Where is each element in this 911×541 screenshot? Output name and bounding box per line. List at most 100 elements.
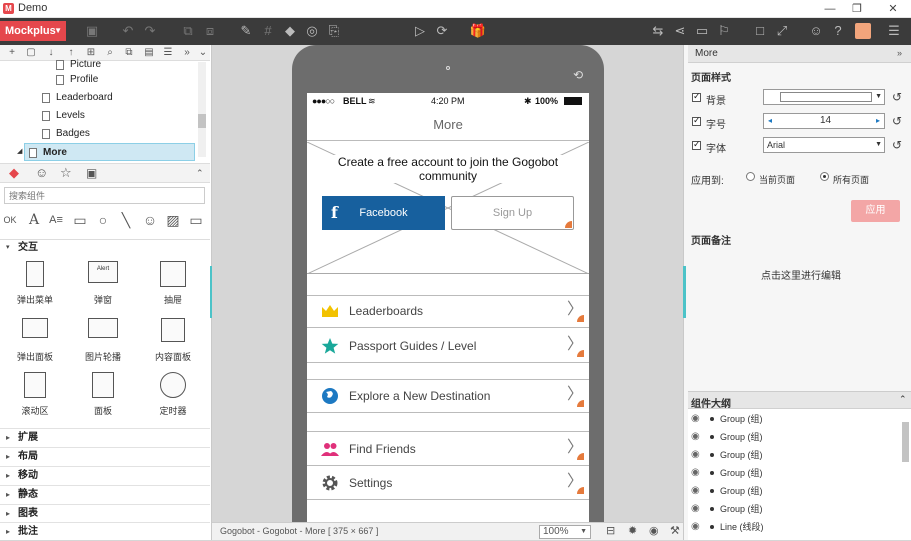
- component-panel[interactable]: 面板: [73, 372, 133, 422]
- component-library-icon[interactable]: ◆: [9, 166, 23, 180]
- rotate-icon[interactable]: ⟲: [573, 68, 583, 82]
- list-item-leaderboards[interactable]: Leaderboards 〉: [307, 294, 589, 328]
- outline-item[interactable]: ◉ Group (组): [688, 464, 898, 482]
- sign-up-button[interactable]: Sign Up: [451, 196, 574, 230]
- component-carousel[interactable]: 图片轮播: [73, 318, 133, 368]
- line-shape-icon[interactable]: ╲: [117, 211, 135, 229]
- collapse-icon[interactable]: ⌃: [899, 394, 907, 405]
- frame-icon[interactable]: □: [750, 22, 770, 40]
- expand-arrow-icon[interactable]: ◢: [17, 147, 22, 155]
- font-size-checkbox[interactable]: [692, 115, 701, 126]
- outline-scrollbar[interactable]: [902, 422, 909, 462]
- component-timer[interactable]: 定时器: [143, 372, 203, 422]
- text-shape-icon[interactable]: A: [25, 211, 43, 229]
- list-item-passport-guides[interactable]: Passport Guides / Level 〉: [307, 329, 589, 363]
- category-extend[interactable]: 扩展: [0, 428, 210, 447]
- target-icon[interactable]: ◎: [302, 22, 322, 40]
- brand-menu-button[interactable]: Mockplus ▼: [0, 21, 66, 41]
- rectangle-shape-icon[interactable]: ▭: [71, 211, 89, 229]
- component-search-input[interactable]: [4, 187, 205, 204]
- brightness-icon[interactable]: ✹: [628, 523, 637, 540]
- increment-icon[interactable]: ▸: [876, 114, 880, 128]
- reset-icon[interactable]: ↺: [892, 138, 902, 152]
- component-section-header[interactable]: 交互: [0, 239, 210, 255]
- facebook-button[interactable]: f Facebook: [322, 196, 445, 230]
- wrench-icon[interactable]: ⚒: [670, 523, 680, 540]
- outline-item[interactable]: ◉ Group (组): [688, 410, 898, 428]
- collab-icon[interactable]: ⚐: [714, 22, 734, 40]
- outline-item[interactable]: ◉ Group (组): [688, 482, 898, 500]
- button-shape-icon[interactable]: OK: [1, 211, 19, 229]
- save-icon[interactable]: ▣: [82, 22, 102, 40]
- right-panel-splitter[interactable]: [683, 266, 686, 318]
- media-icon[interactable]: ▣: [86, 166, 100, 180]
- component-popup-menu[interactable]: 弹出菜单: [5, 261, 65, 311]
- image-shape-icon[interactable]: ▨: [164, 211, 182, 229]
- swap-icon[interactable]: ⇆: [648, 22, 668, 40]
- component-scroll-area[interactable]: 滚动区: [5, 372, 65, 422]
- category-chart[interactable]: 图表: [0, 504, 210, 523]
- fullscreen-icon[interactable]: ⤢: [772, 22, 792, 40]
- grid-icon[interactable]: #: [258, 22, 278, 40]
- eye-icon[interactable]: ◉: [691, 410, 700, 428]
- paint-bucket-icon[interactable]: ◆: [280, 22, 300, 40]
- category-annotation[interactable]: 批注: [0, 522, 210, 541]
- play-icon[interactable]: ▷: [410, 22, 430, 40]
- redo-icon[interactable]: ↷: [140, 22, 160, 40]
- component-alert[interactable]: Alert 弹窗: [73, 261, 133, 311]
- tree-item-leaderboard[interactable]: Leaderboard: [0, 89, 198, 107]
- component-popup-panel[interactable]: 弹出面板: [5, 318, 65, 368]
- group-icon[interactable]: ⧉: [178, 22, 198, 40]
- close-button[interactable]: ✕: [882, 2, 904, 16]
- user-icon[interactable]: ☺: [806, 22, 826, 40]
- tree-scrollbar[interactable]: [198, 62, 206, 157]
- eye-icon[interactable]: ◉: [649, 523, 659, 540]
- undo-icon[interactable]: ↶: [118, 22, 138, 40]
- outline-item[interactable]: ◉ Group (组): [688, 428, 898, 446]
- fit-icon[interactable]: ⊟: [606, 523, 615, 540]
- pen-icon[interactable]: ✎: [236, 22, 256, 40]
- apply-all-radio[interactable]: [820, 172, 829, 181]
- menu-icon[interactable]: ☰: [884, 22, 904, 40]
- emoji-shape-icon[interactable]: ☺: [141, 211, 159, 229]
- notes-editor[interactable]: 点击这里进行编辑: [761, 267, 841, 282]
- device-icon[interactable]: ▭: [692, 22, 712, 40]
- apply-current-radio[interactable]: [746, 172, 755, 181]
- font-checkbox[interactable]: [692, 139, 701, 150]
- tree-item-levels[interactable]: Levels: [0, 107, 198, 125]
- collapse-icon[interactable]: ⌃: [196, 168, 204, 179]
- list-item-find-friends[interactable]: Find Friends 〉: [307, 432, 589, 466]
- list-item-explore[interactable]: Explore a New Destination 〉: [307, 379, 589, 413]
- font-select[interactable]: Arial ▼: [763, 137, 885, 153]
- tree-item-badges[interactable]: Badges: [0, 125, 198, 143]
- eye-icon[interactable]: ◉: [691, 428, 700, 446]
- circle-shape-icon[interactable]: ○: [94, 211, 112, 229]
- outline-item[interactable]: ◉ Group (组): [688, 500, 898, 518]
- maximize-button[interactable]: ❐: [846, 2, 868, 16]
- collapse-icon[interactable]: ⌄: [196, 46, 210, 60]
- background-checkbox[interactable]: [692, 91, 701, 102]
- tree-item-profile[interactable]: Profile: [0, 71, 198, 89]
- emoji-icon[interactable]: ☺: [35, 166, 49, 180]
- tree-item-more[interactable]: More: [24, 143, 195, 161]
- apply-button[interactable]: 应用: [851, 200, 900, 222]
- export-icon[interactable]: ⎘: [324, 22, 344, 40]
- minimize-button[interactable]: —: [819, 2, 841, 16]
- eye-icon[interactable]: ◉: [691, 482, 700, 500]
- eye-icon[interactable]: ◉: [691, 500, 700, 518]
- paragraph-shape-icon[interactable]: A≡: [47, 211, 65, 229]
- eye-icon[interactable]: ◉: [691, 518, 700, 536]
- outline-item[interactable]: ◉ Line (线段): [688, 518, 898, 536]
- sync-icon[interactable]: ⟳: [432, 22, 452, 40]
- reset-icon[interactable]: ↺: [892, 114, 902, 128]
- background-color-picker[interactable]: ▼: [763, 89, 885, 105]
- input-shape-icon[interactable]: ▭: [187, 211, 205, 229]
- reset-icon[interactable]: ↺: [892, 90, 902, 104]
- avatar[interactable]: [855, 23, 871, 39]
- zoom-select[interactable]: 100% ▼: [539, 525, 591, 539]
- component-drawer[interactable]: 抽屉: [143, 261, 203, 311]
- outline-item[interactable]: ◉ Group (组): [688, 446, 898, 464]
- font-size-stepper[interactable]: ◂ 14 ▸: [763, 113, 885, 129]
- category-mobile[interactable]: 移动: [0, 466, 210, 485]
- gift-icon[interactable]: 🎁: [468, 22, 488, 40]
